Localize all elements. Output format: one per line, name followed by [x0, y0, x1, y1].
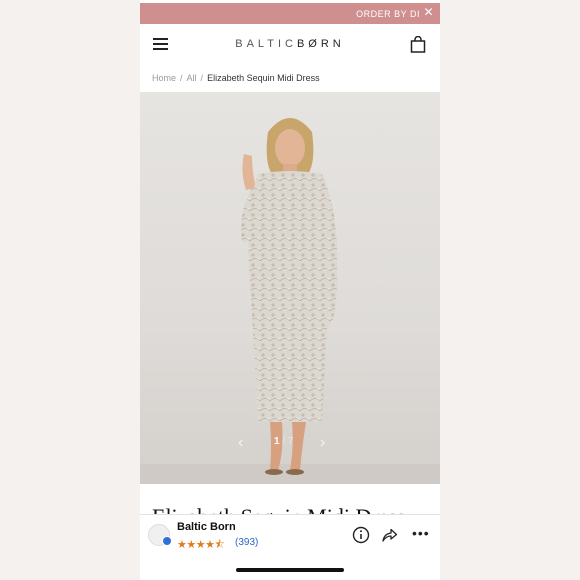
rating-count[interactable]: (393): [235, 537, 258, 548]
brand-logo[interactable]: BALTICBØRN: [212, 38, 368, 50]
shopping-bag-icon[interactable]: [410, 36, 426, 53]
carousel-prev-button[interactable]: ‹: [238, 434, 243, 452]
facebook-icon: [162, 536, 172, 546]
rating-stars: ★★★★⯪: [177, 539, 225, 551]
carousel-next-button[interactable]: ›: [320, 434, 325, 452]
breadcrumb-separator: /: [200, 73, 204, 83]
breadcrumb-home[interactable]: Home: [152, 73, 176, 83]
info-icon[interactable]: [352, 526, 370, 544]
home-indicator: [236, 568, 344, 572]
breadcrumb-all[interactable]: All: [187, 73, 197, 83]
product-photo: [140, 118, 440, 484]
carousel-current: 1: [274, 436, 280, 447]
promo-banner[interactable]: ORDER BY DI ✕: [140, 3, 440, 24]
logo-right: BØRN: [296, 38, 345, 50]
logo-left: BALTIC: [235, 38, 297, 50]
breadcrumb: Home / All / Elizabeth Sequin Midi Dress: [152, 73, 320, 83]
breadcrumb-current: Elizabeth Sequin Midi Dress: [207, 73, 320, 83]
product-title-area: Elizabeth Sequin Midi Dress: [140, 484, 440, 516]
more-options-icon[interactable]: •••: [412, 526, 430, 540]
breadcrumb-separator: /: [180, 73, 183, 83]
phone-screen: ORDER BY DI ✕ BALTICBØRN Home / All / Elizab…: [140, 0, 440, 580]
carousel-total: 7: [287, 436, 294, 447]
hamburger-menu-icon[interactable]: [153, 38, 168, 50]
carousel-counter: 1 / 7: [274, 436, 293, 447]
close-icon[interactable]: ✕: [423, 6, 434, 18]
product-image-carousel[interactable]: ‹ 1 / 7 ›: [140, 92, 440, 484]
seller-footer-bar: Baltic Born ★★★★⯪ (393) •••: [140, 514, 440, 554]
seller-name[interactable]: Baltic Born: [177, 521, 236, 533]
share-icon[interactable]: [380, 526, 398, 544]
carousel-separator: /: [282, 436, 286, 447]
promo-text: ORDER BY DI: [356, 9, 420, 19]
site-header: BALTICBØRN: [140, 24, 440, 66]
